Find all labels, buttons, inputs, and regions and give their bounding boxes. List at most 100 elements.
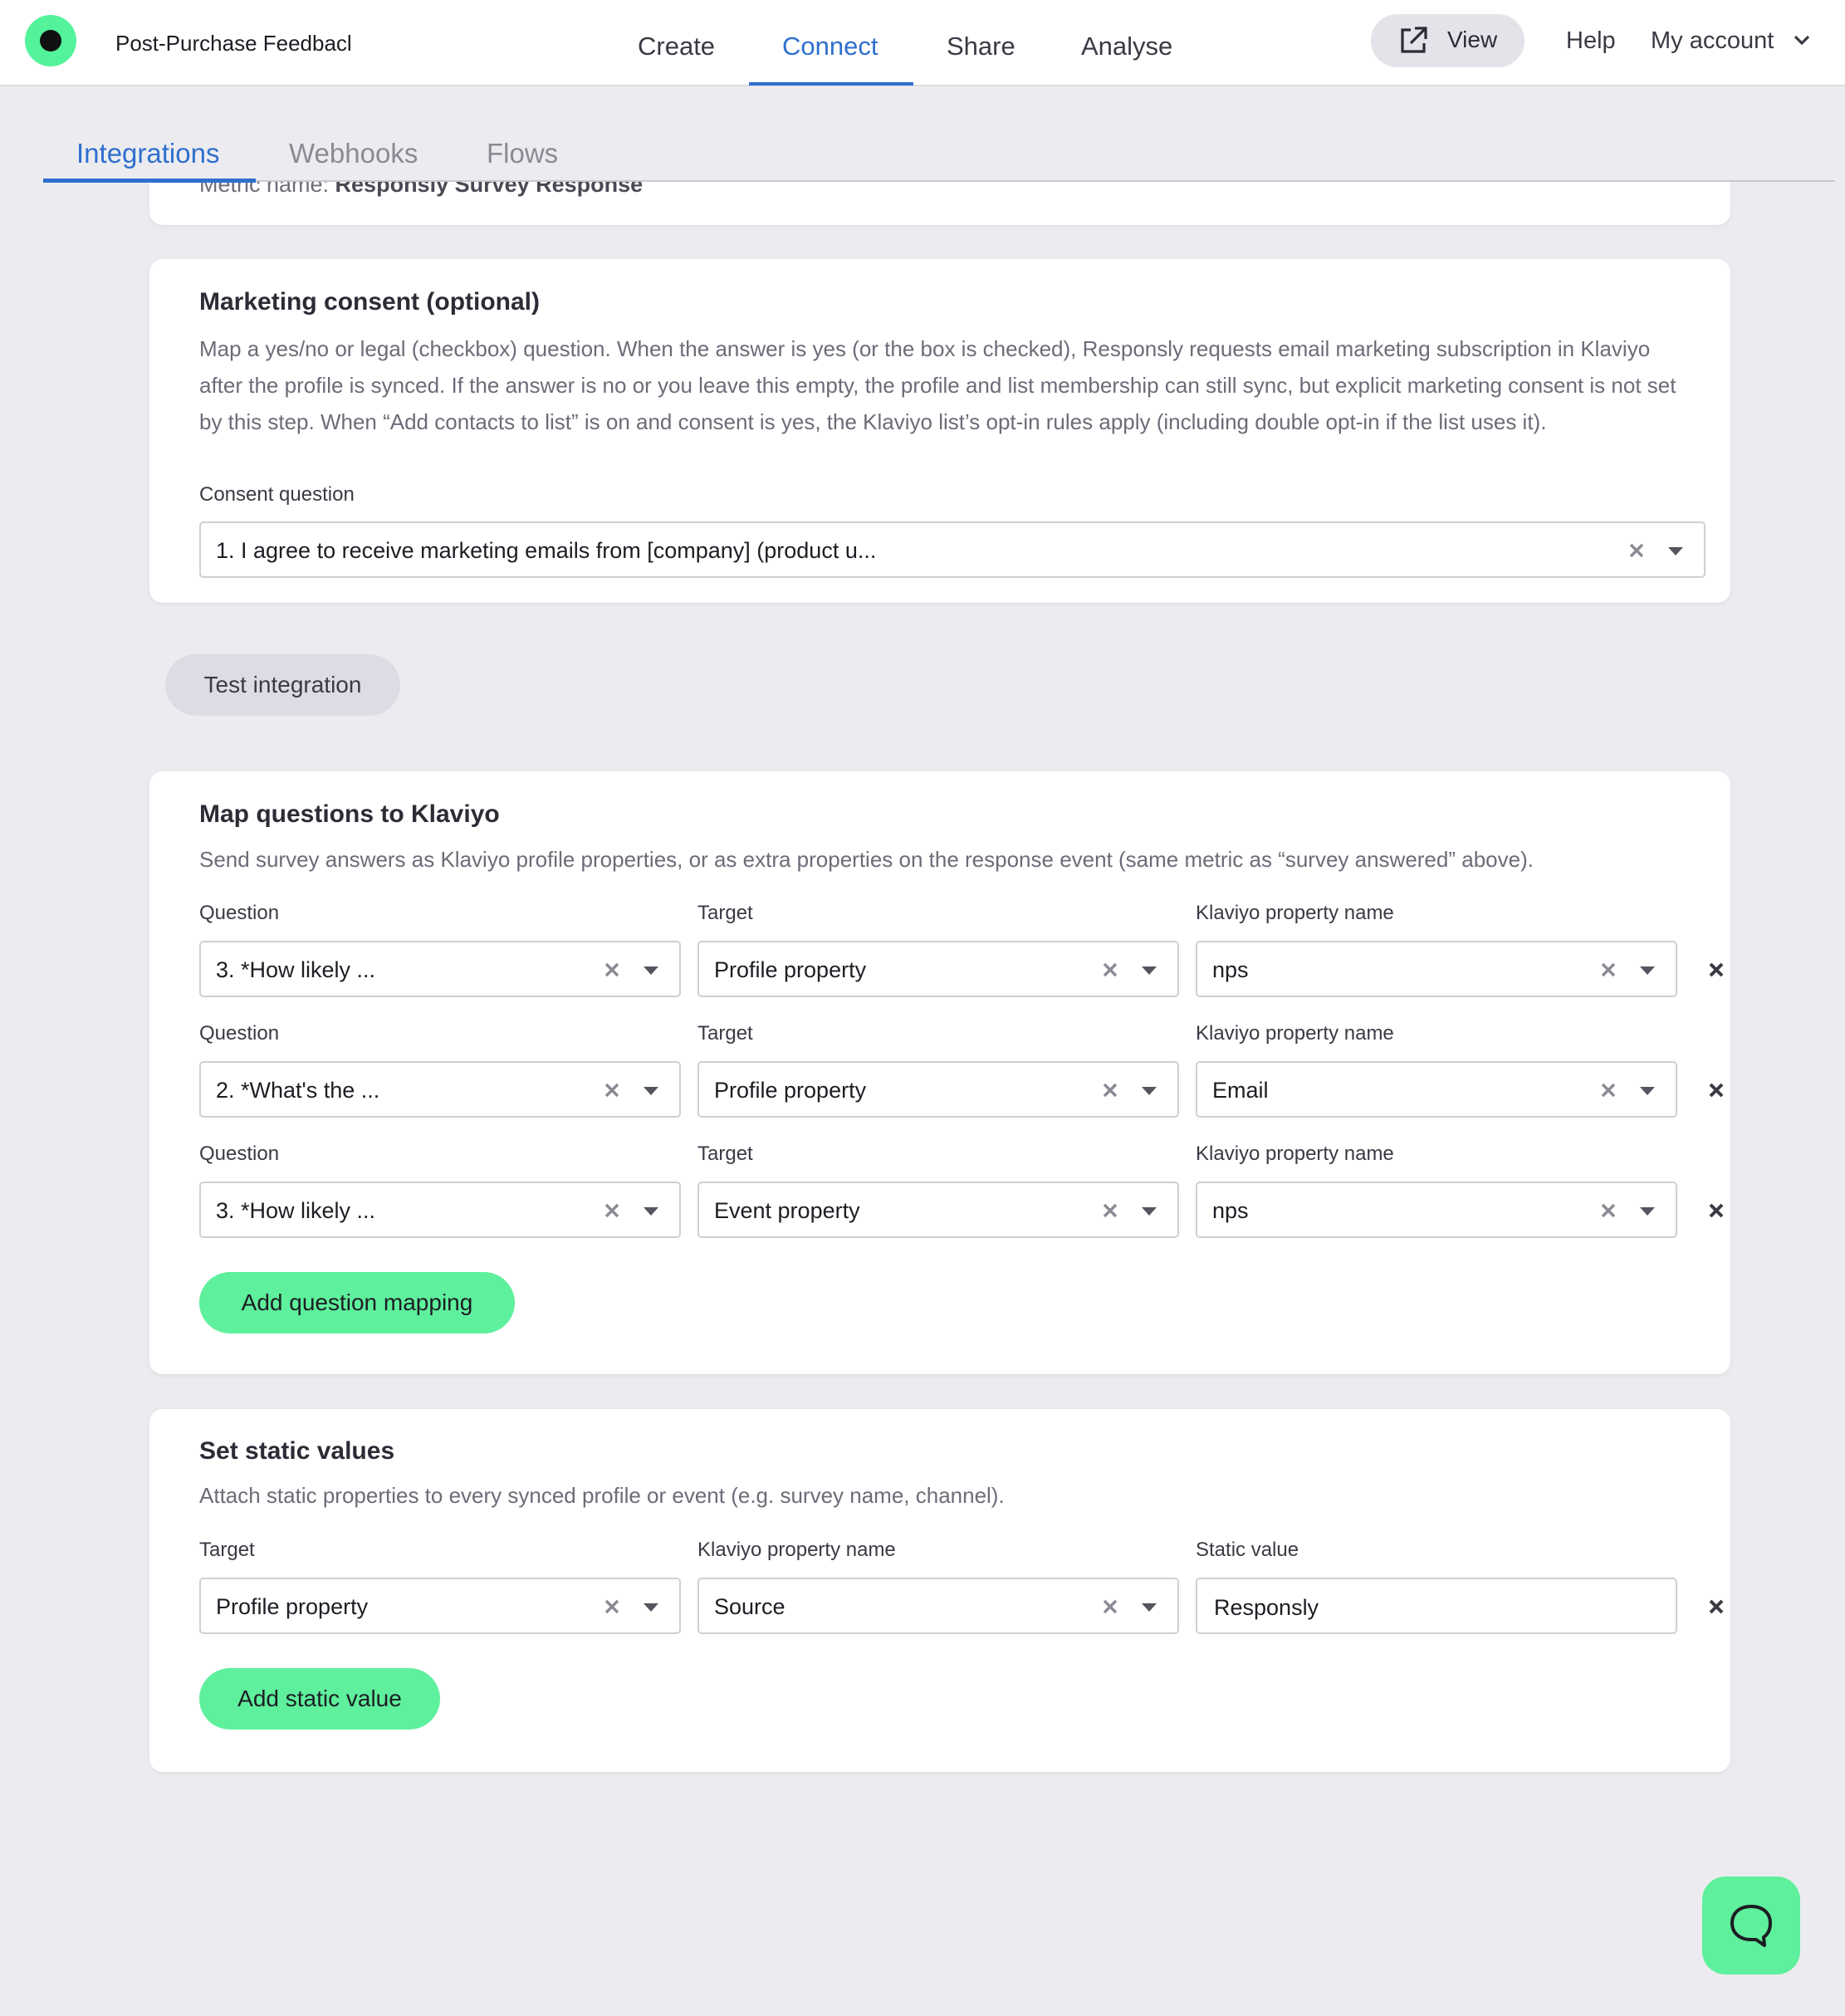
target-select[interactable]: Profile property <box>697 941 1179 997</box>
question-select[interactable]: 3. *How likely ... <box>199 941 681 997</box>
static-property-select[interactable]: Source <box>697 1578 1179 1634</box>
target-select[interactable]: Event property <box>697 1182 1179 1238</box>
static-target-value: Profile property <box>216 1594 369 1619</box>
help-link[interactable]: Help <box>1566 27 1616 55</box>
brand-logo-icon[interactable] <box>25 15 76 66</box>
target-value: Event property <box>714 1198 860 1223</box>
mapping-title: Map questions to Klaviyo <box>199 800 500 828</box>
static-target-label: Target <box>199 1539 255 1561</box>
dropdown-arrow-icon[interactable] <box>643 966 659 976</box>
property-name-select[interactable]: nps <box>1196 941 1677 997</box>
target-label: Target <box>697 902 753 924</box>
consent-question-select[interactable]: 1. I agree to receive marketing emails f… <box>199 521 1706 578</box>
external-link-icon <box>1401 27 1427 53</box>
clear-icon[interactable] <box>1101 1201 1119 1220</box>
dropdown-arrow-icon[interactable] <box>1141 966 1157 976</box>
property-name-label: Klaviyo property name <box>1196 902 1394 924</box>
static-description: Attach static properties to every synced… <box>199 1483 1005 1508</box>
clear-icon[interactable] <box>1101 1598 1119 1616</box>
add-static-value-button[interactable]: Add static value <box>199 1668 440 1730</box>
view-label: View <box>1447 27 1498 52</box>
question-label: Question <box>199 902 280 924</box>
property-name-value: Email <box>1212 1078 1269 1103</box>
tab-integrations[interactable]: Integrations <box>76 138 219 169</box>
metric-name-prefix: Metric name: <box>199 182 335 197</box>
clear-icon[interactable] <box>1599 1081 1617 1099</box>
clear-icon[interactable] <box>1101 961 1119 979</box>
question-value: 3. *How likely ... <box>216 1198 376 1223</box>
dropdown-arrow-icon[interactable] <box>1639 1206 1656 1216</box>
target-value: Profile property <box>714 957 867 982</box>
clear-icon[interactable] <box>603 1598 621 1616</box>
dropdown-arrow-icon[interactable] <box>643 1603 659 1612</box>
static-value-input[interactable]: Responsly <box>1196 1578 1677 1634</box>
property-name-label: Klaviyo property name <box>1196 1143 1394 1165</box>
my-account-menu[interactable]: My account <box>1651 27 1810 55</box>
mapping-description: Send survey answers as Klaviyo profile p… <box>199 847 1534 872</box>
add-question-mapping-button[interactable]: Add question mapping <box>199 1272 515 1333</box>
target-select[interactable]: Profile property <box>697 1061 1179 1118</box>
question-value: 3. *How likely ... <box>216 957 376 982</box>
nav-connect[interactable]: Connect <box>782 32 878 61</box>
clear-icon[interactable] <box>603 1201 621 1220</box>
map-questions-card: Map questions to Klaviyo Send survey ans… <box>149 771 1730 1374</box>
question-select[interactable]: 2. *What's the ... <box>199 1061 681 1118</box>
static-title: Set static values <box>199 1437 395 1465</box>
property-name-select[interactable]: Email <box>1196 1061 1677 1118</box>
clear-icon[interactable] <box>1101 1081 1119 1099</box>
question-value: 2. *What's the ... <box>216 1078 380 1103</box>
nav-analyse[interactable]: Analyse <box>1081 32 1172 61</box>
dropdown-arrow-icon[interactable] <box>1141 1086 1157 1096</box>
property-name-value: nps <box>1212 957 1249 982</box>
remove-row-icon[interactable] <box>1707 1598 1725 1616</box>
remove-row-icon[interactable] <box>1707 1081 1725 1099</box>
chat-button[interactable] <box>1702 1877 1800 1974</box>
metric-name-value: Responsly Survey Response <box>335 182 644 197</box>
dropdown-arrow-icon[interactable] <box>1667 546 1684 556</box>
remove-row-icon[interactable] <box>1707 961 1725 979</box>
clear-icon[interactable] <box>1599 961 1617 979</box>
nav-active-indicator <box>749 82 913 86</box>
static-value-text: Responsly <box>1214 1595 1319 1620</box>
my-account-label: My account <box>1651 27 1774 54</box>
clear-icon[interactable] <box>603 961 621 979</box>
clear-icon[interactable] <box>1627 541 1646 560</box>
view-button[interactable]: View <box>1371 14 1524 67</box>
test-integration-button[interactable]: Test integration <box>165 654 400 716</box>
dropdown-arrow-icon[interactable] <box>1639 1086 1656 1096</box>
dropdown-arrow-icon[interactable] <box>1141 1206 1157 1216</box>
property-name-label: Klaviyo property name <box>1196 1022 1394 1045</box>
dropdown-arrow-icon[interactable] <box>643 1206 659 1216</box>
property-name-select[interactable]: nps <box>1196 1182 1677 1238</box>
marketing-consent-card: Marketing consent (optional) Map a yes/n… <box>149 259 1730 603</box>
question-label: Question <box>199 1143 280 1165</box>
subtab-active-indicator <box>43 179 256 183</box>
dropdown-arrow-icon[interactable] <box>643 1086 659 1096</box>
consent-title: Marketing consent (optional) <box>199 288 541 316</box>
clear-icon[interactable] <box>1599 1201 1617 1220</box>
remove-row-icon[interactable] <box>1707 1201 1725 1220</box>
consent-question-value: 1. I agree to receive marketing emails f… <box>216 538 877 563</box>
static-property-label: Klaviyo property name <box>697 1539 896 1561</box>
subtab-divider <box>43 180 1835 182</box>
question-label: Question <box>199 1022 280 1045</box>
property-name-value: nps <box>1212 1198 1249 1223</box>
clear-icon[interactable] <box>603 1081 621 1099</box>
static-values-card: Set static values Attach static properti… <box>149 1409 1730 1772</box>
nav-create[interactable]: Create <box>638 32 715 61</box>
consent-question-label: Consent question <box>199 483 355 506</box>
metric-name-line: Metric name: Responsly Survey Response <box>199 182 643 198</box>
question-select[interactable]: 3. *How likely ... <box>199 1182 681 1238</box>
dropdown-arrow-icon[interactable] <box>1639 966 1656 976</box>
target-value: Profile property <box>714 1078 867 1103</box>
chevron-down-icon <box>1794 35 1810 46</box>
tab-webhooks[interactable]: Webhooks <box>289 138 418 169</box>
nav-share[interactable]: Share <box>947 32 1015 61</box>
static-target-select[interactable]: Profile property <box>199 1578 681 1634</box>
target-label: Target <box>697 1143 753 1165</box>
static-value-label: Static value <box>1196 1539 1299 1561</box>
tab-flows[interactable]: Flows <box>487 138 558 169</box>
survey-title[interactable]: Post-Purchase Feedbacl <box>115 31 365 57</box>
consent-description: Map a yes/no or legal (checkbox) questio… <box>199 336 1676 434</box>
dropdown-arrow-icon[interactable] <box>1141 1603 1157 1612</box>
